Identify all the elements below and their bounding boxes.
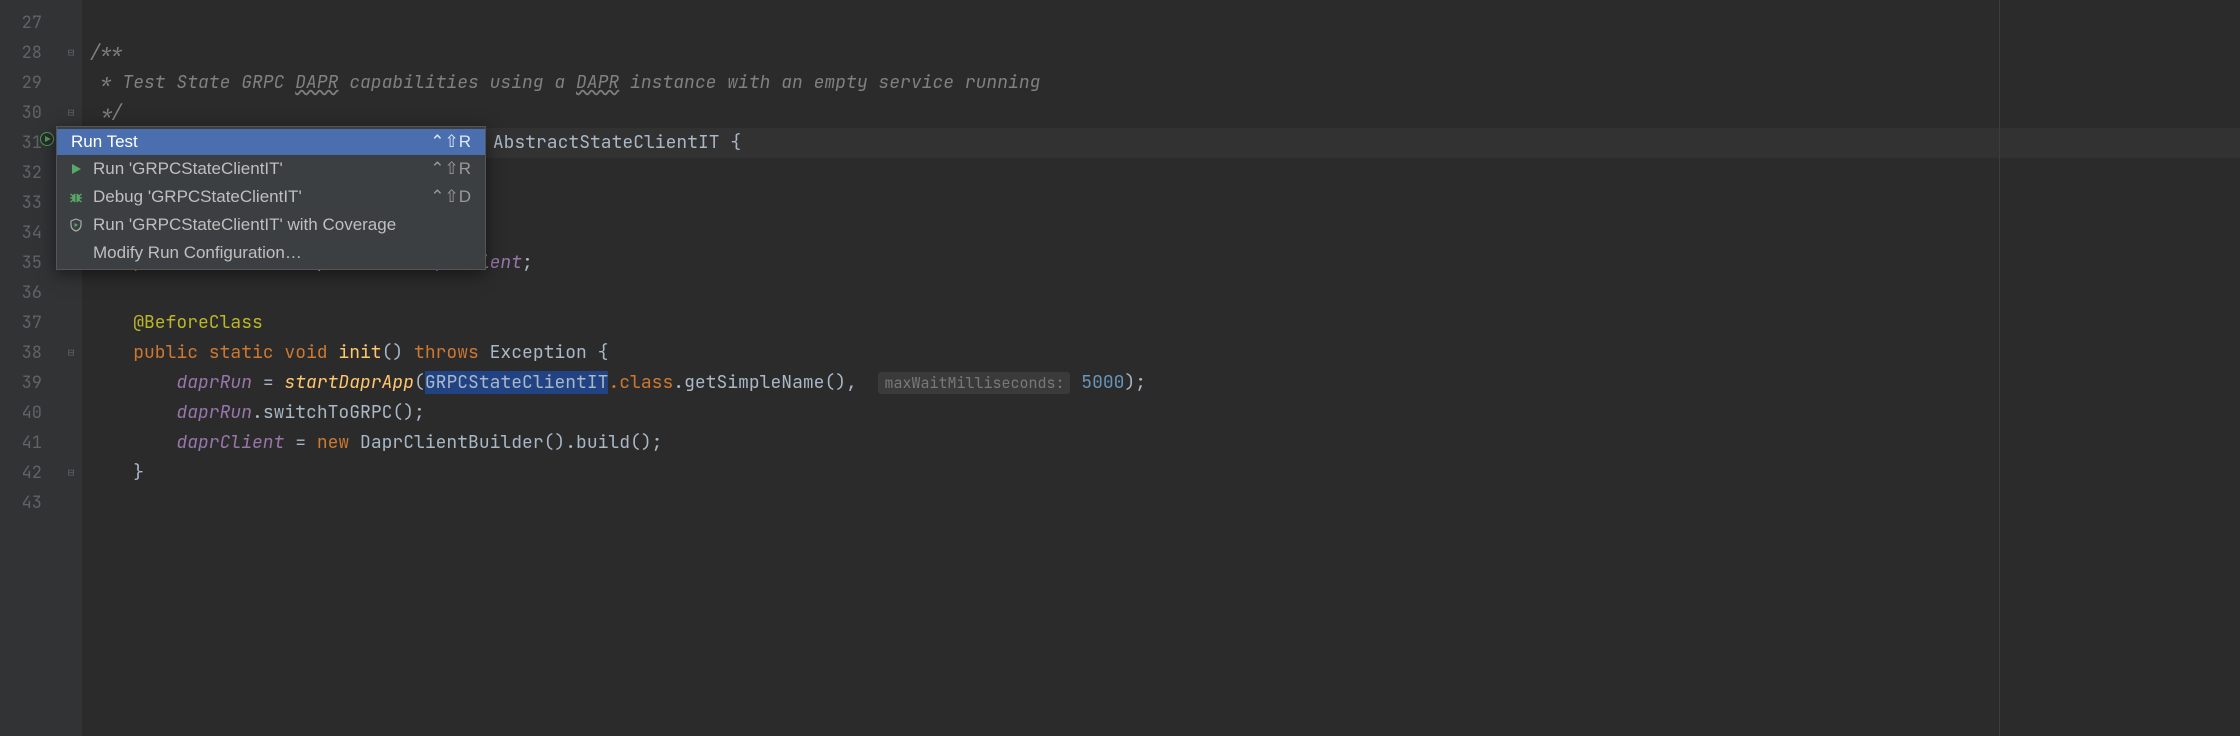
javadoc-open: /** <box>90 41 122 64</box>
code-line[interactable]: daprClient = new DaprClientBuilder().bui… <box>82 428 2240 458</box>
editor-area: 27 28 29 30 31 32 33 34 35 36 37 38 39 4… <box>0 0 2240 736</box>
field-daprrun: daprRun <box>176 371 252 394</box>
code-line[interactable] <box>82 278 2240 308</box>
code-line[interactable] <box>82 8 2240 38</box>
fold-expand-icon[interactable]: ⊟ <box>60 338 82 368</box>
line-number: 35 <box>0 248 42 278</box>
menu-label: Debug 'GRPCStateClientIT' <box>93 187 410 207</box>
right-margin-line <box>1999 0 2000 736</box>
line-number: 38 <box>0 338 42 368</box>
menu-shortcut: ⌃⇧D <box>430 187 471 207</box>
menu-item-run[interactable]: Run 'GRPCStateClientIT' ⌃⇧R <box>57 155 485 183</box>
keyword-new: new <box>317 431 360 454</box>
run-test-context-menu: Run Test ⌃⇧R Run 'GRPCStateClientIT' ⌃⇧R… <box>56 126 486 270</box>
menu-item-coverage[interactable]: Run 'GRPCStateClientIT' with Coverage <box>57 211 485 239</box>
method-startdaprapp: startDaprApp <box>284 371 414 394</box>
keyword-throws: throws <box>414 341 490 364</box>
field-daprclient: daprClient <box>176 431 284 454</box>
context-menu-shortcut: ⌃⇧R <box>430 132 471 152</box>
code-line[interactable] <box>82 488 2240 518</box>
menu-item-modify-config[interactable]: Modify Run Configuration… <box>57 239 485 267</box>
line-number: 28 <box>0 38 42 68</box>
class-ref-highlighted: GRPCStateClientIT <box>425 371 609 394</box>
code-line[interactable]: */ <box>82 98 2240 128</box>
parameter-hint: maxWaitMilliseconds: <box>878 372 1070 394</box>
menu-label: Run 'GRPCStateClientIT' with Coverage <box>93 215 471 235</box>
code-line[interactable]: } <box>82 458 2240 488</box>
super-class: AbstractStateClientIT { <box>493 131 741 154</box>
line-number: 36 <box>0 278 42 308</box>
menu-label: Modify Run Configuration… <box>93 243 471 263</box>
line-number: 37 <box>0 308 42 338</box>
menu-item-debug[interactable]: Debug 'GRPCStateClientIT' ⌃⇧D <box>57 183 485 211</box>
line-number: 29 <box>0 68 42 98</box>
shield-play-icon <box>67 216 85 234</box>
play-icon <box>67 160 85 178</box>
line-number: 32 <box>0 158 42 188</box>
field-daprrun: daprRun <box>176 401 252 424</box>
line-number: 34 <box>0 218 42 248</box>
line-number: 40 <box>0 398 42 428</box>
line-number: 30 <box>0 98 42 128</box>
fold-collapse-icon[interactable]: ⊟ <box>60 98 82 128</box>
menu-shortcut: ⌃⇧R <box>430 159 471 179</box>
line-number: 33 <box>0 188 42 218</box>
code-line[interactable]: daprRun = startDaprApp(GRPCStateClientIT… <box>82 368 2240 398</box>
line-number: 31 <box>0 128 42 158</box>
run-test-gutter-icon[interactable] <box>40 132 54 146</box>
code-area[interactable]: /** * Test State GRPC DAPR capabilities … <box>82 0 2240 736</box>
line-number: 42 <box>0 458 42 488</box>
line-number: 39 <box>0 368 42 398</box>
menu-label: Run 'GRPCStateClientIT' <box>93 159 410 179</box>
annotation-beforeclass: @BeforeClass <box>133 311 263 334</box>
context-menu-header: Run Test ⌃⇧R <box>57 129 485 155</box>
fold-expand-icon[interactable]: ⊟ <box>60 38 82 68</box>
fold-collapse-icon[interactable]: ⊟ <box>60 458 82 488</box>
code-line[interactable]: * Test State GRPC DAPR capabilities usin… <box>82 68 2240 98</box>
keyword-public-static-void: public static void <box>133 341 338 364</box>
code-line[interactable]: @BeforeClass <box>82 308 2240 338</box>
line-number: 41 <box>0 428 42 458</box>
fold-gutter: ⊟ ⊟ ⊟ ⊟ ⊟ <box>60 0 82 736</box>
line-number: 27 <box>0 8 42 38</box>
line-number-gutter: 27 28 29 30 31 32 33 34 35 36 37 38 39 4… <box>0 0 60 736</box>
javadoc-text: * Test State GRPC DAPR capabilities usin… <box>90 71 1040 94</box>
empty-icon <box>67 244 85 262</box>
bug-icon <box>67 188 85 206</box>
code-line[interactable]: daprRun.switchToGRPC(); <box>82 398 2240 428</box>
line-number: 43 <box>0 488 42 518</box>
javadoc-close: */ <box>90 101 122 124</box>
code-line[interactable]: /** <box>82 38 2240 68</box>
number-literal: 5000 <box>1070 371 1124 394</box>
method-init: init <box>338 341 381 364</box>
context-menu-title: Run Test <box>71 132 138 152</box>
code-line[interactable]: public static void init() throws Excepti… <box>82 338 2240 368</box>
